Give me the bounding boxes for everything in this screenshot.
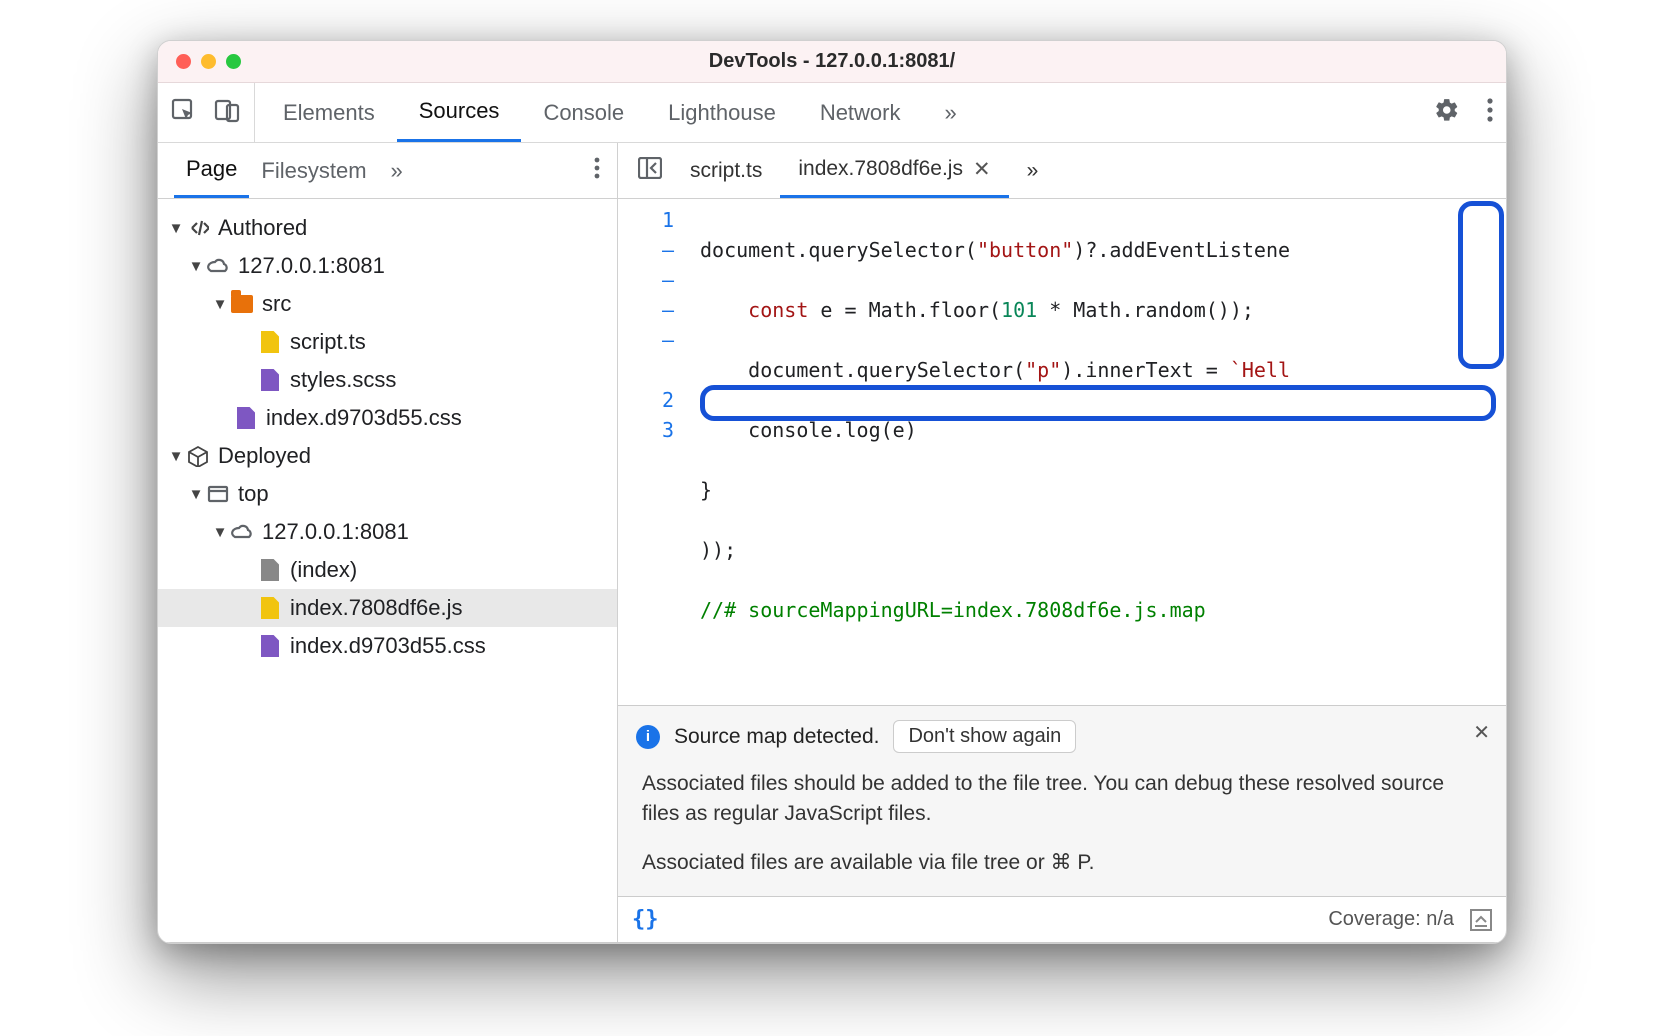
tab-console[interactable]: Console — [521, 83, 646, 142]
device-toggle-icon[interactable] — [214, 97, 240, 129]
sidebar-tab-more[interactable]: » — [379, 143, 415, 198]
sourcemap-infobar: i Source map detected. Don't show again … — [618, 705, 1506, 896]
file-tab-index-js[interactable]: index.7808df6e.js✕ — [780, 143, 1008, 198]
infobar-text-1: Associated files should be added to the … — [642, 769, 1482, 830]
tab-sources[interactable]: Sources — [397, 83, 522, 142]
infobar-heading: Source map detected. — [674, 725, 879, 749]
file-tab-script[interactable]: script.ts — [672, 143, 780, 198]
tree-top[interactable]: ▼top — [158, 475, 617, 513]
kebab-menu-icon[interactable] — [1486, 97, 1494, 129]
main-tabstrip: Elements Sources Console Lighthouse Netw… — [158, 83, 1506, 143]
line-gutter[interactable]: 1 – – – – 2 3 — [618, 205, 688, 685]
editor-pane: script.ts index.7808df6e.js✕ » 1 – – – –… — [618, 143, 1506, 942]
tree-host-authored[interactable]: ▼127.0.0.1:8081 — [158, 247, 617, 285]
show-drawer-icon[interactable] — [1470, 909, 1492, 931]
tab-elements[interactable]: Elements — [261, 83, 397, 142]
tree-index-js[interactable]: index.7808df6e.js — [158, 589, 617, 627]
devtools-window: DevTools - 127.0.0.1:8081/ Elements Sour… — [157, 40, 1507, 944]
tab-lighthouse[interactable]: Lighthouse — [646, 83, 798, 142]
window-title: DevTools - 127.0.0.1:8081/ — [158, 50, 1506, 73]
editor-footer: {} Coverage: n/a — [618, 896, 1506, 942]
file-tabstrip: script.ts index.7808df6e.js✕ » — [618, 143, 1506, 199]
settings-icon[interactable] — [1434, 97, 1460, 129]
sidebar-kebab-icon[interactable] — [593, 156, 601, 186]
inspect-icon[interactable] — [170, 97, 196, 129]
tree-deployed[interactable]: ▼Deployed — [158, 437, 617, 475]
tree-src[interactable]: ▼src — [158, 285, 617, 323]
tree-index-css-deployed[interactable]: index.d9703d55.css — [158, 627, 617, 665]
navigator-sidebar: Page Filesystem » ▼Authored ▼127.0.0.1:8… — [158, 143, 618, 942]
close-tab-icon[interactable]: ✕ — [973, 157, 991, 182]
toggle-navigator-icon[interactable] — [628, 157, 672, 185]
sidebar-tab-page[interactable]: Page — [174, 143, 249, 198]
tree-authored[interactable]: ▼Authored — [158, 209, 617, 247]
dont-show-again-button[interactable]: Don't show again — [893, 720, 1076, 753]
gutter-highlight-annotation — [1458, 201, 1504, 369]
infobar-text-2: Associated files are available via file … — [642, 848, 1482, 878]
info-icon: i — [636, 725, 660, 749]
coverage-label: Coverage: n/a — [1328, 908, 1454, 931]
code-editor[interactable]: 1 – – – – 2 3 document.querySelector("bu… — [618, 199, 1506, 705]
titlebar: DevTools - 127.0.0.1:8081/ — [158, 41, 1506, 83]
tab-more[interactable]: » — [923, 83, 979, 142]
tree-script-ts[interactable]: script.ts — [158, 323, 617, 361]
tree-index-html[interactable]: (index) — [158, 551, 617, 589]
sourcemap-line-annotation — [700, 385, 1496, 421]
file-tab-more[interactable]: » — [1009, 143, 1057, 198]
pretty-print-icon[interactable]: {} — [632, 907, 659, 932]
tree-index-css-authored[interactable]: index.d9703d55.css — [158, 399, 617, 437]
tree-host-deployed[interactable]: ▼127.0.0.1:8081 — [158, 513, 617, 551]
infobar-close-icon[interactable]: ✕ — [1473, 720, 1490, 745]
code-content[interactable]: document.querySelector("button")?.addEve… — [688, 205, 1290, 685]
sidebar-tab-filesystem[interactable]: Filesystem — [249, 143, 378, 198]
file-tree: ▼Authored ▼127.0.0.1:8081 ▼src script.ts… — [158, 199, 617, 679]
tab-network[interactable]: Network — [798, 83, 923, 142]
tree-styles-scss[interactable]: styles.scss — [158, 361, 617, 399]
